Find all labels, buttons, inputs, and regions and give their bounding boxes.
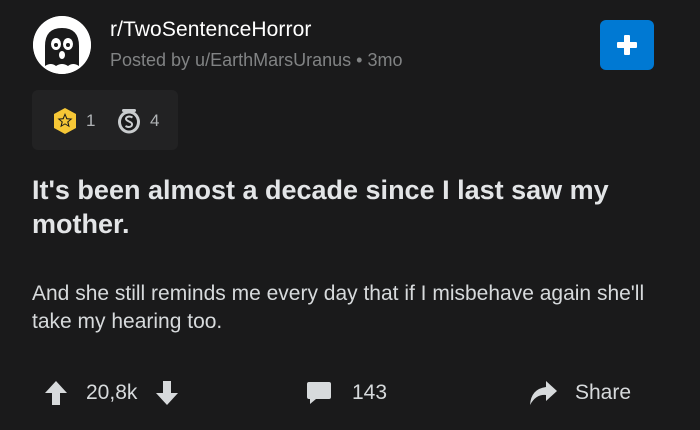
author-link[interactable]: Posted by u/EarthMarsUranus	[110, 50, 351, 70]
vote-controls: 20,8k	[44, 380, 179, 406]
award-star[interactable]: 1	[52, 107, 95, 135]
comment-icon	[306, 380, 332, 406]
arrow-up-icon[interactable]	[44, 380, 68, 406]
post-byline: Posted by u/EarthMarsUranus • 3mo	[110, 50, 402, 71]
silver-coin-award-icon	[116, 107, 142, 135]
ghost-face-icon	[33, 16, 91, 74]
awards-bar[interactable]: 1 4	[32, 90, 178, 150]
subreddit-avatar[interactable]	[33, 16, 91, 74]
byline-separator: •	[356, 50, 363, 70]
award-star-count: 1	[86, 111, 96, 130]
vote-score: 20,8k	[86, 381, 138, 404]
post-action-bar: 20,8k 143 Share	[0, 372, 700, 420]
award-silver[interactable]: 4	[116, 107, 159, 135]
join-button[interactable]	[600, 20, 654, 70]
comments-button[interactable]: 143	[306, 380, 387, 406]
post-body: And she still reminds me every day that …	[32, 282, 645, 333]
star-award-icon	[52, 107, 78, 135]
subreddit-name[interactable]: r/TwoSentenceHorror	[110, 18, 311, 42]
share-icon	[528, 380, 558, 406]
award-silver-count: 4	[150, 111, 160, 130]
plus-icon	[616, 34, 638, 56]
post-age: 3mo	[367, 50, 403, 70]
arrow-down-icon[interactable]	[155, 380, 179, 406]
share-button[interactable]: Share	[528, 380, 631, 406]
share-label: Share	[575, 381, 632, 404]
comments-count: 143	[352, 381, 388, 404]
post-title[interactable]: It's been almost a decade since I last s…	[32, 173, 672, 241]
